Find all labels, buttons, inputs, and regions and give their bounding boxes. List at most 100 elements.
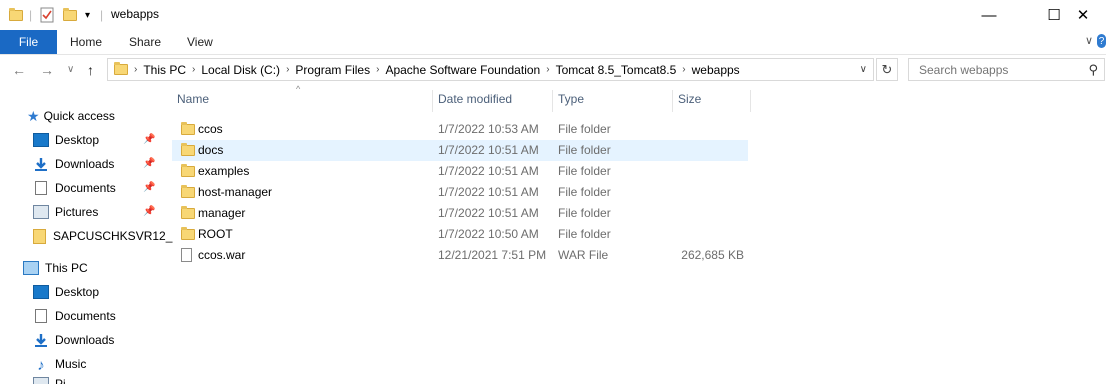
nav-label: Pi <box>55 377 66 384</box>
refresh-button[interactable]: ↻ <box>876 58 898 81</box>
folder-icon <box>181 227 195 240</box>
file-name: ccos.war <box>198 248 246 262</box>
column-header-name[interactable]: Name <box>177 92 209 106</box>
pin-icon[interactable]: 📌 <box>143 206 155 217</box>
title-bar: | ▾ | webapps — ☐ ✕ <box>0 0 1106 30</box>
nav-label: SAPCUSCHKSVR12_ <box>53 229 173 243</box>
file-date: 1/7/2022 10:50 AM <box>438 227 539 241</box>
pin-icon[interactable]: 📌 <box>143 158 155 169</box>
documents-icon <box>35 309 47 323</box>
file-row[interactable]: docs 1/7/2022 10:51 AM File folder <box>172 140 748 161</box>
column-divider[interactable] <box>432 90 433 112</box>
forward-button[interactable]: → <box>40 62 54 78</box>
tab-home[interactable]: Home <box>70 35 102 49</box>
nav-quick-pictures[interactable]: Pictures <box>33 201 98 223</box>
search-input[interactable] <box>917 61 1081 78</box>
desktop-icon <box>33 285 49 299</box>
breadcrumb-apache[interactable]: Apache Software Foundation <box>385 63 540 77</box>
breadcrumb-separator[interactable]: › <box>682 64 685 75</box>
nav-label: Pictures <box>55 205 99 219</box>
customize-toolbar-icon[interactable]: ▾ <box>85 6 90 24</box>
pin-icon[interactable]: 📌 <box>143 134 155 145</box>
file-type: File folder <box>558 227 611 241</box>
up-button[interactable]: ↑ <box>87 62 94 78</box>
column-header-date[interactable]: Date modified <box>438 92 512 106</box>
file-row[interactable]: examples 1/7/2022 10:51 AM File folder <box>172 161 748 182</box>
column-divider[interactable] <box>750 90 751 112</box>
column-divider[interactable] <box>552 90 553 112</box>
nav-pc-documents[interactable]: Documents <box>33 305 116 327</box>
recent-locations-button[interactable]: ∨ <box>67 64 74 75</box>
tab-view[interactable]: View <box>187 35 213 49</box>
nav-pc-music[interactable]: ♪ Music <box>33 353 86 375</box>
address-bar[interactable]: › This PC › Local Disk (C:) › Program Fi… <box>107 58 874 81</box>
nav-pc-pictures[interactable]: Pi <box>33 377 66 384</box>
nav-label: Music <box>55 357 87 371</box>
file-name: ROOT <box>198 227 233 241</box>
nav-label: Downloads <box>55 157 115 171</box>
file-row[interactable]: ROOT 1/7/2022 10:50 AM File folder <box>172 224 748 245</box>
minimize-button[interactable]: — <box>966 0 1012 30</box>
file-name: manager <box>198 206 246 220</box>
nav-label: Desktop <box>55 133 100 147</box>
file-row[interactable]: ccos 1/7/2022 10:53 AM File folder <box>172 119 748 140</box>
properties-icon[interactable] <box>40 6 54 24</box>
address-dropdown-icon[interactable]: ∨ <box>860 64 867 75</box>
nav-quick-downloads[interactable]: Downloads <box>33 153 114 175</box>
documents-icon <box>35 181 47 195</box>
nav-label: Quick access <box>43 109 115 123</box>
tab-share[interactable]: Share <box>129 35 161 49</box>
file-date: 1/7/2022 10:51 AM <box>438 164 539 178</box>
expand-ribbon-icon[interactable]: ∨ <box>1085 34 1093 47</box>
breadcrumb-separator[interactable]: › <box>134 64 137 75</box>
file-row[interactable]: manager 1/7/2022 10:51 AM File folder <box>172 203 748 224</box>
window-title: webapps <box>111 7 160 21</box>
breadcrumb-webapps[interactable]: webapps <box>692 63 740 77</box>
nav-quick-documents[interactable]: Documents <box>33 177 116 199</box>
close-button[interactable]: ✕ <box>1060 0 1106 30</box>
pin-icon[interactable]: 📌 <box>143 182 155 193</box>
file-row[interactable]: ccos.war 12/21/2021 7:51 PM WAR File 262… <box>172 245 748 266</box>
breadcrumb-separator[interactable]: › <box>192 64 195 75</box>
breadcrumb-separator[interactable]: › <box>546 64 549 75</box>
nav-quick-access[interactable]: ★ Quick access <box>27 105 115 127</box>
nav-this-pc[interactable]: This PC <box>23 257 88 279</box>
file-date: 1/7/2022 10:53 AM <box>438 122 539 136</box>
back-button[interactable]: ← <box>12 62 26 78</box>
column-header-size[interactable]: Size <box>678 92 701 106</box>
star-icon: ★ <box>27 107 40 124</box>
file-type: File folder <box>558 143 611 157</box>
folder-icon <box>181 143 195 156</box>
search-box[interactable]: ⚲ <box>908 58 1105 81</box>
breadcrumb-separator[interactable]: › <box>286 64 289 75</box>
nav-label: Documents <box>55 181 116 195</box>
file-row[interactable]: host-manager 1/7/2022 10:51 AM File fold… <box>172 182 748 203</box>
breadcrumb-this-pc[interactable]: This PC <box>143 63 186 77</box>
breadcrumb-program-files[interactable]: Program Files <box>295 63 370 77</box>
breadcrumb-tomcat[interactable]: Tomcat 8.5_Tomcat8.5 <box>556 63 677 77</box>
file-date: 1/7/2022 10:51 AM <box>438 185 539 199</box>
nav-pc-desktop[interactable]: Desktop <box>33 281 99 303</box>
tab-file[interactable]: File <box>0 30 57 54</box>
new-folder-icon[interactable] <box>63 6 77 24</box>
nav-pc-downloads[interactable]: Downloads <box>33 329 114 351</box>
column-divider[interactable] <box>672 90 673 112</box>
file-type: File folder <box>558 122 611 136</box>
breadcrumb-local-disk[interactable]: Local Disk (C:) <box>201 63 280 77</box>
file-name: ccos <box>198 122 223 136</box>
search-icon[interactable]: ⚲ <box>1088 62 1098 78</box>
nav-quick-desktop[interactable]: Desktop <box>33 129 99 151</box>
help-icon[interactable]: ? <box>1097 34 1106 48</box>
window-folder-icon <box>9 6 23 24</box>
title-separator: | <box>29 8 33 22</box>
folder-icon <box>181 164 195 177</box>
nav-label: Documents <box>55 309 116 323</box>
pictures-icon <box>33 377 49 384</box>
sort-ascending-icon: ^ <box>296 84 301 94</box>
folder-icon <box>181 185 195 198</box>
nav-quick-sapcuschksvr[interactable]: SAPCUSCHKSVR12_ <box>33 225 172 247</box>
breadcrumb-separator[interactable]: › <box>376 64 379 75</box>
column-header-type[interactable]: Type <box>558 92 584 106</box>
file-type: WAR File <box>558 248 609 262</box>
location-folder-icon <box>114 62 128 75</box>
